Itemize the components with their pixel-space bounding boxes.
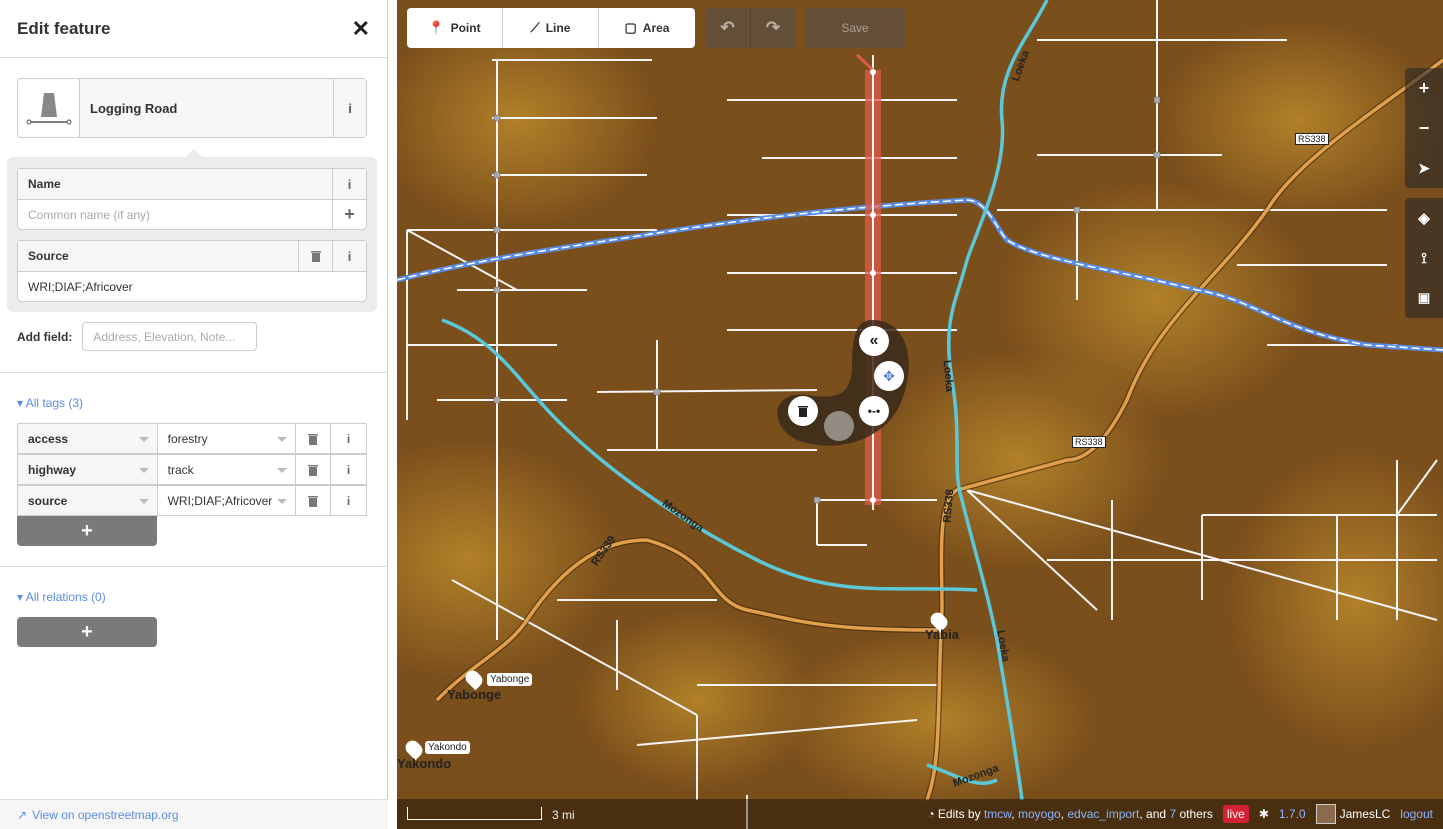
close-icon[interactable]: ✕ [352, 16, 370, 42]
add-localized-name-button[interactable]: + [332, 200, 366, 229]
map-footer: 3 mi ◔ Edits by tmcw, moyogo, edvac_impo… [397, 799, 1443, 829]
add-line-button[interactable]: ⟋ Line [503, 8, 599, 48]
scale-label: 3 mi [552, 808, 575, 822]
tag-row: source WRI;DIAF;Africover i [17, 485, 367, 516]
redo-icon[interactable]: ↷ [750, 8, 795, 48]
trash-icon[interactable] [298, 240, 332, 272]
road-shield: RS338 [1072, 436, 1106, 448]
others-link[interactable]: 7 [1169, 807, 1176, 821]
attribution: ◔ Edits by tmcw, moyogo, edvac_import, a… [927, 799, 1443, 829]
name-field: Name i Common name (if any) + [17, 168, 367, 230]
add-field-combo[interactable]: Address, Elevation, Note... [82, 322, 258, 351]
tag-row: highway track i [17, 454, 367, 485]
preset-name: Logging Road [80, 79, 333, 137]
add-relation-button[interactable]: + [17, 617, 157, 647]
external-link-icon: ↗ [17, 807, 28, 822]
version-link[interactable]: 1.7.0 [1279, 807, 1306, 821]
mode-buttons: 📍 Point ⟋ Line ▢ Area [407, 8, 695, 48]
tag-info-icon[interactable]: i [331, 455, 366, 484]
all-tags-toggle[interactable]: ▾ All tags (3) [17, 396, 83, 410]
live-badge: live [1222, 805, 1249, 823]
satellite-imagery [397, 0, 1443, 829]
circularize-button[interactable]: ◌ [824, 411, 854, 441]
tag-info-icon[interactable]: i [331, 486, 366, 515]
history-buttons: ↶ ↷ [705, 8, 795, 48]
preset-info-button[interactable]: i [333, 79, 366, 137]
source-field: Source i WRI;DIAF;Africover [17, 240, 367, 302]
all-relations-toggle[interactable]: ▾ All relations (0) [17, 590, 106, 604]
road-shield: RS338 [1295, 133, 1329, 145]
area-icon: ▢ [624, 20, 637, 35]
edit-history: ◔ Edits by tmcw, moyogo, edvac_import, a… [927, 807, 1213, 821]
add-field: Add field: Address, Elevation, Note... [17, 322, 258, 351]
geolocate-icon[interactable]: ➤ [1405, 148, 1443, 188]
tag-key-input[interactable]: access [18, 424, 158, 453]
logging-road-icon [18, 79, 80, 137]
name-info-button[interactable]: i [332, 168, 366, 200]
add-area-button[interactable]: ▢ Area [599, 8, 695, 48]
history-icon: ◔ [927, 807, 935, 821]
trash-icon[interactable] [296, 455, 332, 484]
map-canvas[interactable]: « ✥ •-• ◌ Loeka Loeka Loeka Mozonga Mozo… [397, 0, 1443, 829]
add-field-label: Add field: [17, 329, 73, 344]
pin-icon: 📍 [428, 20, 445, 35]
user-link[interactable]: moyogo [1018, 807, 1061, 821]
issues-icon[interactable]: ▣ [1405, 278, 1443, 318]
disconnect-button[interactable]: •-• [859, 396, 889, 426]
sidebar-title: Edit feature [17, 18, 111, 38]
source-input[interactable]: WRI;DIAF;Africover [18, 280, 366, 294]
poi-label: Yabonge [487, 673, 533, 686]
sidebar-header: Edit feature ✕ [0, 0, 387, 58]
name-input[interactable]: Common name (if any) [18, 208, 332, 222]
tag-info-icon[interactable]: i [331, 424, 366, 453]
name-field-label: Name [28, 177, 61, 191]
user-link[interactable]: tmcw [984, 807, 1011, 821]
tag-key-input[interactable]: highway [18, 455, 158, 484]
tag-value-input[interactable]: WRI;DIAF;Africover [158, 486, 297, 515]
avatar [1315, 804, 1336, 824]
view-on-osm-link[interactable]: ↗ View on openstreetmap.org [0, 799, 388, 829]
continue-reverse-button[interactable]: « [859, 326, 889, 356]
user-link[interactable]: edvac_import [1067, 807, 1139, 821]
top-toolbar: 📍 Point ⟋ Line ▢ Area ↶ ↷ Save [407, 8, 905, 48]
preset-selector[interactable]: Logging Road i [17, 78, 367, 138]
poi-label: Yakondo [425, 741, 470, 754]
source-info-button[interactable]: i [332, 240, 366, 272]
user-profile[interactable]: JamesLC [1315, 804, 1390, 824]
trash-icon[interactable] [296, 486, 332, 515]
layers-icon[interactable]: ◈ [1405, 198, 1443, 238]
divider [0, 566, 388, 567]
zoom-controls: + − ➤ [1405, 68, 1443, 188]
town-label: Yakondo [397, 756, 452, 771]
divider [0, 372, 388, 373]
logout-link[interactable]: logout [1400, 807, 1433, 821]
delete-button[interactable] [788, 396, 818, 426]
undo-icon[interactable]: ↶ [705, 8, 750, 48]
zoom-in-icon[interactable]: + [1405, 68, 1443, 108]
zoom-out-icon[interactable]: − [1405, 108, 1443, 148]
preset-fields: Name i Common name (if any) + Source i W… [7, 149, 377, 312]
source-field-label: Source [28, 249, 69, 263]
tag-row: access forestry i [17, 423, 367, 454]
line-icon: ⟋ [530, 20, 540, 35]
sidebar: Edit feature ✕ Logging Road i Name i Com… [0, 0, 388, 829]
tag-value-input[interactable]: forestry [158, 424, 297, 453]
bug-icon[interactable]: ✱ [1259, 807, 1269, 821]
add-tag-button[interactable]: + [17, 516, 157, 546]
panel-controls: ◈ ⟟ ▣ [1405, 198, 1443, 318]
town-label: Yabia [925, 627, 959, 642]
add-point-button[interactable]: 📍 Point [407, 8, 503, 48]
town-label: Yabonge [447, 687, 502, 702]
trash-icon [798, 406, 808, 417]
move-button[interactable]: ✥ [874, 361, 904, 391]
tag-value-input[interactable]: track [158, 455, 297, 484]
map-data-icon[interactable]: ⟟ [1405, 238, 1443, 278]
scale-bar [407, 807, 542, 820]
save-button[interactable]: Save [805, 8, 905, 48]
tag-key-input[interactable]: source [18, 486, 158, 515]
trash-icon[interactable] [296, 424, 332, 453]
